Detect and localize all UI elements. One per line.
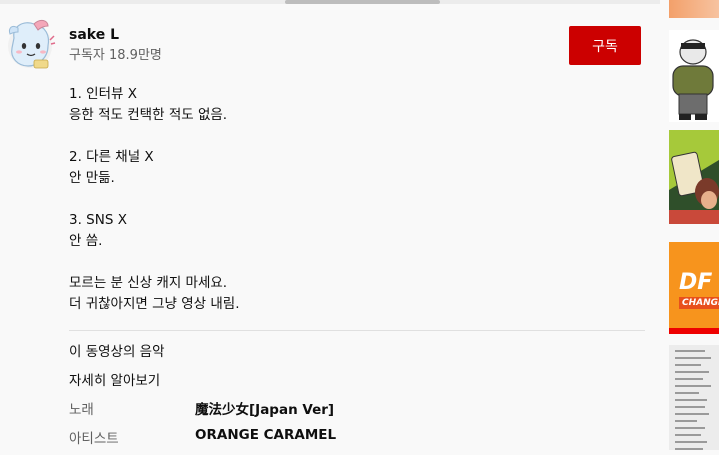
comic-illustration-icon	[669, 130, 719, 224]
recommended-thumbnail[interactable]: DF CHANGI	[669, 242, 719, 334]
text-line	[675, 427, 705, 429]
recommended-thumbnail[interactable]	[669, 345, 719, 450]
top-progress-segment	[285, 0, 440, 4]
thumbnail-subtitle-text: CHANGI	[679, 297, 719, 309]
description-line	[69, 189, 240, 210]
description-line: 2. 다른 채널 X	[69, 149, 154, 165]
subscribe-button[interactable]: 구독	[569, 26, 641, 65]
text-line	[675, 448, 703, 450]
text-line	[675, 392, 699, 394]
recommended-thumbnail[interactable]	[669, 130, 719, 224]
song-label: 노래	[69, 402, 94, 418]
text-line	[675, 364, 701, 366]
text-line	[675, 420, 697, 422]
text-line	[675, 413, 709, 415]
song-value: 魔法少女[Japan Ver]	[195, 402, 335, 418]
top-progress-line	[0, 0, 660, 4]
text-line	[675, 406, 705, 408]
text-line	[675, 378, 703, 380]
recommended-thumbnail[interactable]	[669, 0, 719, 18]
text-line	[675, 350, 705, 352]
description-line	[69, 126, 240, 147]
text-line	[675, 357, 711, 359]
music-section-title: 이 동영상의 음악	[69, 344, 165, 360]
description-line: 1. 인터뷰 X	[69, 86, 137, 102]
learn-more-link[interactable]: 자세히 알아보기	[69, 369, 160, 389]
subscriber-count: 구독자 18.9만명	[69, 48, 162, 63]
channel-avatar[interactable]	[4, 16, 56, 72]
text-line	[675, 399, 707, 401]
description-line: 더 귀찮아지면 그냥 영상 내림.	[69, 296, 240, 312]
watched-progress-bar	[669, 328, 719, 334]
description-line: 응한 적도 컨택한 적도 없음.	[69, 107, 228, 123]
text-line	[675, 371, 709, 373]
text-line	[675, 434, 701, 436]
section-divider	[69, 330, 645, 331]
thumbnail-title-text: DF	[679, 270, 713, 295]
description-line	[69, 252, 240, 273]
artist-label: 아티스트	[69, 431, 119, 447]
description-line: 3. SNS X	[69, 212, 127, 228]
text-line	[675, 385, 711, 387]
artist-value: ORANGE CARAMEL	[195, 427, 337, 443]
person-illustration-icon	[669, 30, 719, 122]
description-line: 모르는 분 신상 캐지 마세요.	[69, 275, 228, 291]
text-line	[675, 441, 707, 443]
description-line: 안 만듦.	[69, 170, 115, 186]
recommended-thumbnail[interactable]	[669, 30, 719, 122]
video-description: 1. 인터뷰 X 응한 적도 컨택한 적도 없음. 2. 다른 채널 X 안 만…	[69, 84, 240, 315]
channel-name[interactable]: sake L	[69, 27, 119, 43]
description-line: 안 씀.	[69, 233, 103, 249]
